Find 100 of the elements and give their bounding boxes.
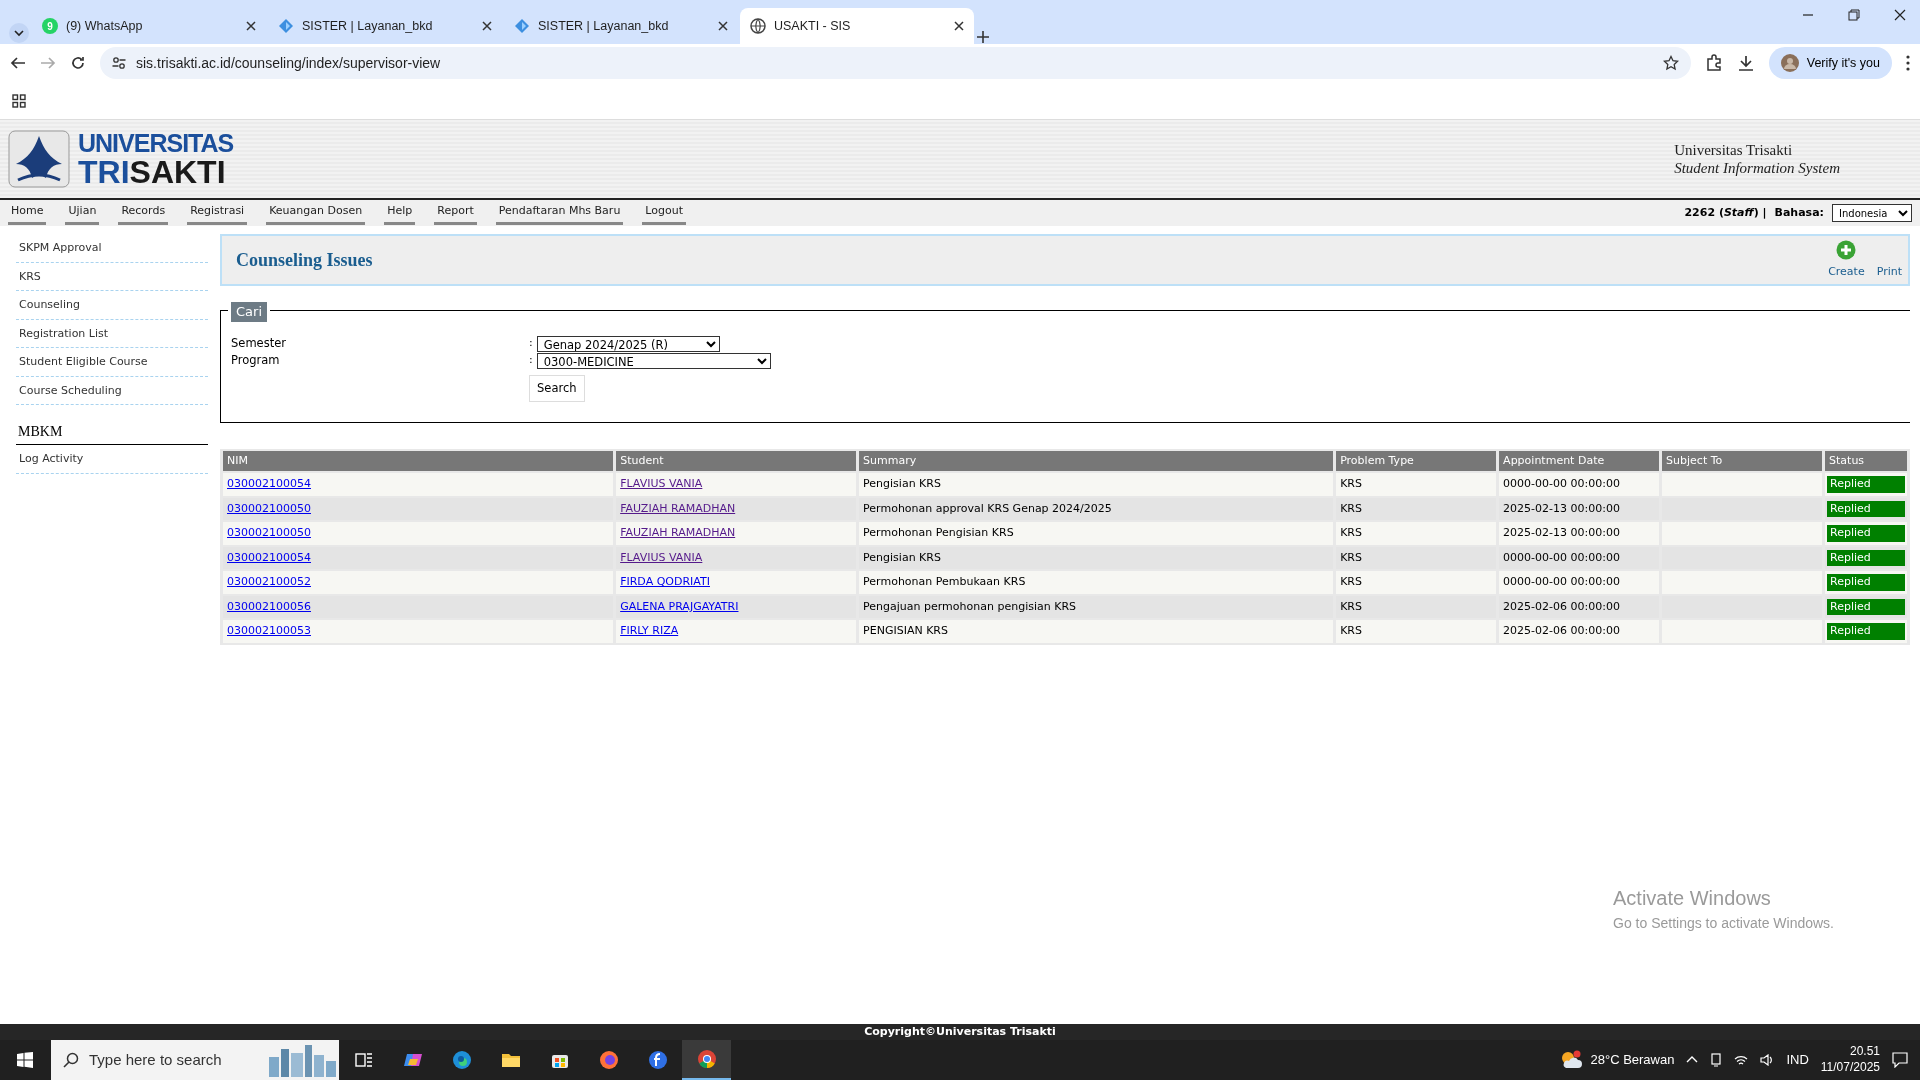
status-label: Replied	[1827, 598, 1905, 616]
app-icon	[647, 1050, 668, 1070]
dropdown-field[interactable]: 0300-MEDICINE	[536, 352, 771, 369]
activation-text: Go to Settings to activate Windows.	[1613, 914, 1834, 933]
address-bar[interactable]: sis.trisakti.ac.id/counseling/index/supervisor-view	[100, 47, 1691, 79]
sidebar-link[interactable]: KRS	[16, 262, 208, 291]
table-cell: 2025-02-06 00:00:00	[1499, 595, 1660, 619]
student-link[interactable]: FIRLY RIZA	[620, 624, 679, 638]
nim-link[interactable]: 030002100056	[227, 599, 311, 613]
status-label: Replied	[1827, 623, 1905, 640]
column-header: Appointment Date	[1499, 451, 1660, 472]
sidebar-section-title: MBKM	[16, 405, 208, 445]
nav-link[interactable]: Ujian	[65, 201, 100, 225]
search-button[interactable]: Search	[529, 375, 585, 403]
nav-link[interactable]: Records	[118, 201, 169, 225]
nim-link[interactable]: 030002100050	[227, 501, 311, 515]
nim-link[interactable]: 030002100054	[227, 550, 311, 564]
speaker-icon[interactable]	[1760, 1054, 1775, 1066]
logo-text: TRI	[78, 155, 130, 188]
device-icon[interactable]	[1710, 1053, 1723, 1067]
star-icon[interactable]	[1662, 55, 1679, 71]
taskbar-clock[interactable]: 20.51 11/07/2025	[1820, 1044, 1880, 1076]
sidebar-link[interactable]: Log Activity	[16, 445, 208, 474]
taskbar-app[interactable]	[682, 1040, 731, 1080]
table-cell: 2025-02-06 00:00:00	[1499, 620, 1660, 643]
edge-icon	[451, 1050, 472, 1070]
weather-icon	[1560, 1050, 1583, 1070]
table-cell: KRS	[1336, 473, 1497, 496]
table-cell: Pengajuan permohonan pengisian KRS	[859, 595, 1334, 619]
table-cell: KRS	[1336, 522, 1497, 545]
field-label: Semester	[231, 334, 287, 352]
nav-link[interactable]: Registrasi	[187, 201, 248, 225]
nav-link[interactable]: Report	[434, 201, 477, 225]
new-tab-icon[interactable]	[976, 30, 990, 44]
nim-link[interactable]: 030002100053	[227, 624, 311, 638]
reload-icon[interactable]	[70, 55, 86, 71]
language-select[interactable]: Indonesia	[1832, 204, 1912, 222]
language-label: Bahasa:	[1774, 204, 1824, 221]
sidebar-link[interactable]: Registration List	[16, 319, 208, 348]
puzzle-icon[interactable]	[1704, 54, 1723, 72]
apps-grid-icon[interactable]	[12, 93, 26, 108]
site-subtitle: Student Information System	[1674, 159, 1840, 177]
nav-link[interactable]: Logout	[642, 201, 687, 225]
download-icon[interactable]	[1736, 54, 1755, 72]
back-arrow-icon[interactable]	[10, 55, 26, 71]
site-settings-icon[interactable]	[112, 56, 126, 70]
close-icon[interactable]	[1894, 9, 1906, 21]
profile-button[interactable]: Verify it's you	[1768, 47, 1892, 79]
table-cell: 2025-02-13 00:00:00	[1499, 522, 1660, 545]
sidebar-link[interactable]: Counseling	[16, 291, 208, 320]
browser-tab[interactable]: 9 (9) WhatsApp	[32, 8, 266, 44]
wifi-icon[interactable]	[1734, 1054, 1749, 1066]
nav-link[interactable]: Home	[8, 201, 47, 225]
browser-tab[interactable]: SISTER | Layanan_bkd	[504, 8, 738, 44]
table-cell: Permohonan Pembukaan KRS	[859, 571, 1334, 594]
browser-tab[interactable]: USAKTI - SIS	[740, 8, 974, 44]
close-icon[interactable]	[718, 21, 728, 31]
nav-link[interactable]: Keuangan Dosen	[266, 201, 366, 225]
close-icon[interactable]	[246, 21, 256, 31]
tab-list-icon[interactable]	[8, 22, 30, 44]
nim-link[interactable]: 030002100054	[227, 477, 311, 491]
diamond-icon	[514, 18, 530, 34]
browser-tab[interactable]: SISTER | Layanan_bkd	[268, 8, 502, 44]
column-header: Status	[1825, 451, 1907, 472]
table-cell: 0000-00-00 00:00:00	[1499, 546, 1660, 570]
search-icon	[63, 1052, 79, 1068]
close-icon[interactable]	[482, 21, 492, 31]
table-cell: KRS	[1336, 497, 1497, 521]
language-indicator[interactable]: IND	[1786, 1050, 1809, 1070]
action-link[interactable]: Print	[1876, 239, 1902, 281]
status-label: Replied	[1827, 476, 1905, 493]
dropdown-field[interactable]: Genap 2024/2025 (R)	[536, 335, 720, 352]
sidebar-link[interactable]: Course Scheduling	[16, 376, 208, 405]
colon-text: :	[529, 352, 533, 369]
action-link[interactable]: Create	[1828, 239, 1865, 281]
field-label: Program	[231, 351, 281, 369]
avatar-icon	[1780, 54, 1799, 72]
colon-text: :	[529, 335, 533, 352]
table-cell: Pengisian KRS	[859, 473, 1334, 496]
sidebar-link[interactable]: Student Eligible Course	[16, 348, 208, 377]
weather-text: 28°C Berawan	[1590, 1051, 1675, 1070]
table-cell: PENGISIAN KRS	[859, 620, 1334, 643]
task-view-icon	[353, 1050, 374, 1070]
nav-link[interactable]: Help	[384, 201, 416, 225]
sidebar-link[interactable]: SKPM Approval	[16, 234, 208, 263]
user-info: 2262 (Staff) |	[1684, 204, 1767, 221]
close-icon[interactable]	[954, 21, 964, 31]
table-cell: KRS	[1336, 620, 1497, 643]
logo-text: UNIVERSITAS	[78, 130, 234, 156]
activation-title: Activate Windows	[1613, 886, 1772, 911]
table-cell: 2025-02-13 00:00:00	[1499, 497, 1660, 521]
taskbar-search-field[interactable]: Type here to search	[51, 1040, 339, 1080]
more-menu-icon[interactable]	[1906, 55, 1910, 71]
nim-link[interactable]: 030002100052	[227, 575, 311, 589]
restore-icon[interactable]	[1848, 9, 1860, 21]
column-header: Summary	[859, 451, 1334, 472]
notification-icon[interactable]	[1892, 1052, 1908, 1068]
table-cell: KRS	[1336, 546, 1497, 570]
nim-link[interactable]: 030002100050	[227, 526, 311, 540]
nav-link[interactable]: Pendaftaran Mhs Baru	[495, 201, 624, 225]
